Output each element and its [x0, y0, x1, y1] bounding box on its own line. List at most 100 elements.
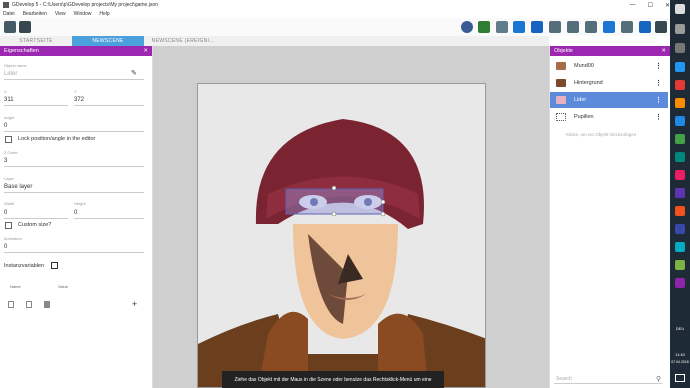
y-field[interactable]: 372 — [74, 97, 84, 103]
preview-play-icon[interactable] — [461, 21, 473, 33]
taskbar-app-icon[interactable] — [675, 170, 685, 180]
more-options-icon[interactable]: ⋮ — [655, 96, 662, 104]
zorder-field[interactable]: 3 — [4, 158, 7, 164]
scene-properties-icon[interactable] — [639, 21, 651, 33]
grid-icon[interactable] — [603, 21, 615, 33]
object-label: Mund00 — [574, 63, 594, 69]
objects-panel-icon[interactable] — [531, 21, 543, 33]
clock-date[interactable]: 07.04.2018 — [670, 360, 690, 364]
close-objects-icon[interactable]: ✕ — [661, 48, 666, 54]
more-options-icon[interactable]: ⋮ — [655, 79, 662, 87]
layer-select[interactable]: Base layer — [4, 184, 32, 190]
toolbar — [0, 18, 670, 36]
properties-title: Eigenschaften — [4, 48, 39, 54]
edit-variables-icon[interactable] — [51, 262, 58, 269]
animation-label: Animation — [4, 236, 22, 241]
scene-canvas[interactable] — [197, 83, 486, 388]
copy-icon[interactable] — [8, 301, 14, 308]
menu-bearbeiten[interactable]: Bearbeiten — [23, 11, 47, 17]
taskbar-app-icon[interactable] — [675, 62, 685, 72]
taskbar-app-icon[interactable] — [675, 188, 685, 198]
lock-label: Lock position/angle in the editor — [18, 136, 96, 142]
add-variable-button[interactable]: + — [132, 299, 137, 309]
taskbar-app-icon[interactable] — [675, 224, 685, 234]
tab-newscene[interactable]: NEWSCENE — [72, 36, 144, 46]
clock-time[interactable]: 11:40 — [672, 352, 688, 357]
properties-panel: Eigenschaften ✕ Object name Lider ✎ X 31… — [0, 46, 153, 388]
window-title: GDevelop 5 - C:\Users\p\GDevelop project… — [12, 2, 158, 8]
height-field[interactable]: 0 — [74, 210, 77, 216]
delete-variable-icon[interactable] — [44, 301, 50, 308]
taskbar-app-icon[interactable] — [675, 242, 685, 252]
edit-pencil-icon[interactable]: ✎ — [131, 69, 137, 77]
taskbar-app-icon[interactable] — [675, 98, 685, 108]
menu-bar: Datei Bearbeiten View Window Help — [0, 10, 670, 18]
settings-icon[interactable] — [655, 21, 667, 33]
notification-icon[interactable] — [675, 374, 685, 382]
maximize-button[interactable]: ☐ — [648, 2, 653, 9]
scene-hint: Ziehe das Objekt mit der Maus in die Sze… — [222, 371, 444, 388]
close-properties-icon[interactable]: ✕ — [143, 48, 148, 54]
taskbar-app-icon[interactable] — [675, 24, 685, 34]
objects-panel: Objekte ✕ Mund00 ⋮ Hintergrund ⋮ Lider ⋮… — [549, 46, 670, 388]
paste-icon[interactable] — [26, 301, 32, 308]
add-object-hint[interactable]: Klicke, um ein Objekt hinzuzufügen — [566, 132, 636, 137]
debug-icon[interactable] — [478, 21, 490, 33]
window-controls: — ☐ ✕ — [630, 0, 670, 10]
minimize-button[interactable]: — — [630, 2, 636, 8]
animation-field[interactable]: 0 — [4, 244, 7, 250]
delete-icon[interactable] — [585, 21, 597, 33]
undo-icon[interactable] — [549, 21, 561, 33]
more-options-icon[interactable]: ⋮ — [655, 113, 662, 121]
taskbar-app-icon[interactable] — [675, 152, 685, 162]
taskbar-app-icon[interactable] — [675, 278, 685, 288]
taskbar-app-icon[interactable] — [675, 260, 685, 270]
angle-label: Angle — [4, 115, 15, 120]
properties-panel-icon[interactable] — [513, 21, 525, 33]
width-field[interactable]: 0 — [4, 210, 7, 216]
vars-name-column: Name — [10, 284, 21, 289]
lock-checkbox[interactable] — [5, 136, 12, 143]
windows-taskbar: DEU 11:40 07.04.2018 — [670, 0, 690, 388]
x-label: X — [4, 89, 7, 94]
taskbar-app-icon[interactable] — [675, 80, 685, 90]
taskbar-app-icon[interactable] — [675, 116, 685, 126]
open-project-icon[interactable] — [19, 21, 31, 33]
menu-datei[interactable]: Datei — [3, 11, 15, 17]
taskbar-app-icon[interactable] — [675, 4, 685, 14]
properties-header: Eigenschaften ✕ — [0, 46, 152, 56]
keyboard-language[interactable]: DEU — [673, 326, 687, 331]
object-item-pupillen[interactable]: Pupillen ⋮ — [550, 109, 668, 125]
custom-size-label: Custom size? — [18, 222, 52, 228]
vars-value-column: Value — [58, 284, 68, 289]
height-label: Height — [74, 201, 86, 206]
object-groups-icon[interactable] — [496, 21, 508, 33]
menu-view[interactable]: View — [55, 11, 66, 17]
tab-newscene-events[interactable]: NEWSCENE (EREIGNI... — [144, 36, 222, 46]
object-item-lider[interactable]: Lider ⋮ — [550, 92, 668, 108]
object-item-hintergrund[interactable]: Hintergrund ⋮ — [550, 75, 668, 91]
menu-help[interactable]: Help — [99, 11, 109, 17]
title-bar: GDevelop 5 - C:\Users\p\GDevelop project… — [0, 0, 670, 10]
more-options-icon[interactable]: ⋮ — [655, 62, 662, 70]
layer-label: Layer — [4, 176, 15, 181]
object-item-mund00[interactable]: Mund00 ⋮ — [550, 58, 668, 74]
custom-size-checkbox[interactable] — [5, 222, 12, 229]
taskbar-app-icon[interactable] — [675, 134, 685, 144]
redo-icon[interactable] — [567, 21, 579, 33]
objects-title: Objekte — [554, 48, 573, 54]
object-search-input[interactable]: Search — [556, 376, 572, 382]
x-field[interactable]: 311 — [4, 97, 14, 103]
object-name-field[interactable]: Lider — [4, 71, 17, 77]
project-manager-icon[interactable] — [4, 21, 16, 33]
angle-field[interactable]: 0 — [4, 123, 7, 129]
menu-window[interactable]: Window — [74, 11, 92, 17]
object-thumbnail-icon — [556, 113, 566, 121]
search-icon: ⚲ — [656, 376, 662, 383]
taskbar-app-icon[interactable] — [675, 206, 685, 216]
object-name-label: Object name — [4, 63, 27, 68]
zoom-icon[interactable] — [621, 21, 633, 33]
tab-startseite[interactable]: STARTSEITE — [0, 36, 72, 46]
editor-tabs: STARTSEITE NEWSCENE NEWSCENE (EREIGNI... — [0, 36, 549, 46]
taskbar-app-icon[interactable] — [675, 43, 685, 53]
